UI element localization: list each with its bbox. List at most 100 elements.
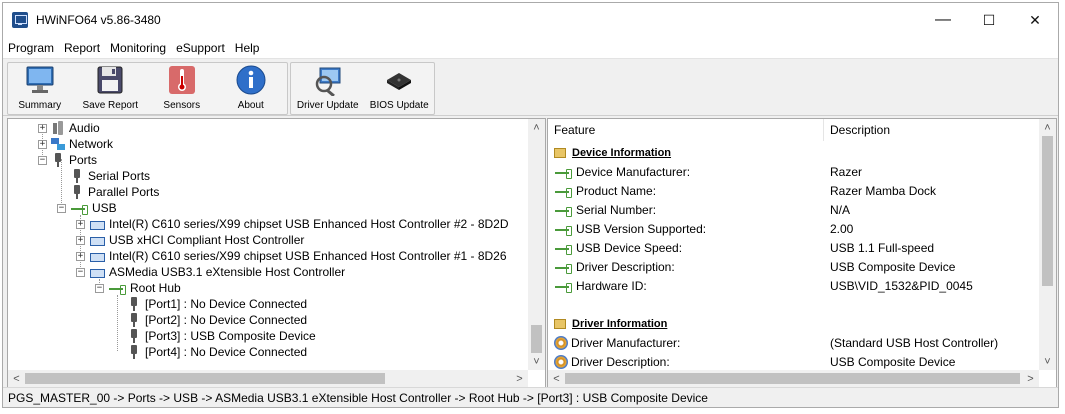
- menu-program[interactable]: Program: [3, 41, 59, 55]
- detail-row[interactable]: Hardware ID: USB\VID_1532&PID_0045: [548, 276, 973, 295]
- port-icon: [70, 185, 84, 199]
- detail-row[interactable]: Device Manufacturer: Razer: [548, 162, 862, 181]
- tree-vertical-scrollbar[interactable]: ˄ ˅: [528, 119, 545, 370]
- detail-row[interactable]: Serial Number: N/A: [548, 200, 850, 219]
- detail-row[interactable]: USB Version Supported: 2.00: [548, 219, 853, 238]
- expand-icon[interactable]: +: [76, 235, 85, 245]
- minimize-button[interactable]: —: [920, 3, 966, 37]
- bios-update-button[interactable]: BIOS Update: [364, 63, 434, 114]
- feature-value: Razer Mamba Dock: [830, 183, 937, 198]
- tree-item-root-hub[interactable]: − Root Hub: [95, 280, 181, 296]
- section-row: Device Information: [548, 143, 824, 162]
- scroll-up-arrow[interactable]: ˄: [1039, 119, 1056, 136]
- usb-icon: [554, 165, 572, 179]
- tree-item-port[interactable]: [Port1] : No Device Connected: [127, 296, 307, 312]
- tree-item-controller[interactable]: − ASMedia USB3.1 eXtensible Host Control…: [76, 264, 345, 280]
- summary-button[interactable]: Summary: [8, 63, 72, 114]
- usb-controller-icon: [89, 265, 105, 279]
- scroll-left-arrow[interactable]: <: [8, 370, 25, 387]
- about-button[interactable]: About: [215, 63, 287, 114]
- status-bar: PGS_MASTER_00 -> Ports -> USB -> ASMedia…: [3, 387, 1058, 407]
- tree-item-usb[interactable]: − USB: [57, 200, 117, 216]
- detail-row[interactable]: Product Name: Razer Mamba Dock: [548, 181, 936, 200]
- scroll-down-arrow[interactable]: ˅: [528, 353, 545, 370]
- sensors-button[interactable]: Sensors: [149, 63, 215, 114]
- sensors-label: Sensors: [163, 100, 201, 111]
- menu-bar: Program Report Monitoring eSupport Help: [3, 37, 1058, 59]
- expand-icon[interactable]: +: [76, 251, 85, 261]
- scroll-left-arrow[interactable]: <: [548, 370, 565, 387]
- collapse-icon[interactable]: −: [38, 155, 47, 165]
- feature-value: 2.00: [830, 221, 854, 236]
- toolbar-group-update: Driver Update BIOS Update: [290, 62, 435, 115]
- feature-label: Driver Description:: [571, 354, 670, 369]
- tree-horizontal-scrollbar[interactable]: < >: [8, 370, 528, 387]
- close-button[interactable]: ✕: [1012, 3, 1058, 37]
- menu-report[interactable]: Report: [59, 41, 105, 55]
- tree-item-serial-ports[interactable]: Serial Ports: [70, 168, 150, 184]
- detail-row[interactable]: Driver Description: USB Composite Device: [548, 257, 955, 276]
- collapse-icon[interactable]: −: [76, 267, 85, 277]
- details-horizontal-scrollbar[interactable]: < >: [548, 370, 1039, 387]
- feature-label: Device Manufacturer:: [576, 164, 691, 179]
- column-header-feature[interactable]: Feature: [548, 119, 824, 141]
- menu-monitoring[interactable]: Monitoring: [105, 41, 171, 55]
- maximize-button[interactable]: ☐: [966, 3, 1012, 37]
- tree-item-network[interactable]: + Network: [38, 136, 113, 152]
- port-icon: [127, 345, 141, 359]
- feature-value: USB\VID_1532&PID_0045: [830, 278, 973, 293]
- tree-item-port[interactable]: [Port2] : No Device Connected: [127, 312, 307, 328]
- scroll-thumb[interactable]: [565, 373, 1020, 384]
- tree-label: ASMedia USB3.1 eXtensible Host Controlle…: [109, 265, 346, 279]
- scroll-down-arrow[interactable]: ˅: [1039, 353, 1056, 370]
- scroll-up-arrow[interactable]: ˄: [528, 119, 545, 136]
- feature-label: USB Version Supported:: [576, 221, 707, 236]
- hwinfo-window: HWiNFO64 v5.86-3480 — ☐ ✕ Program Report…: [2, 2, 1059, 408]
- monitor-icon: [24, 64, 56, 96]
- feature-label: USB Device Speed:: [576, 240, 683, 255]
- driver-update-icon: [312, 64, 344, 98]
- save-report-button[interactable]: Save Report: [72, 63, 149, 114]
- detail-row[interactable]: USB Device Speed: USB 1.1 Full-speed: [548, 238, 934, 257]
- usb-icon: [554, 241, 572, 255]
- expand-icon[interactable]: +: [38, 139, 47, 149]
- scroll-thumb[interactable]: [531, 325, 542, 353]
- menu-help[interactable]: Help: [230, 41, 265, 55]
- title-bar[interactable]: HWiNFO64 v5.86-3480 — ☐ ✕: [3, 3, 1058, 37]
- expand-icon[interactable]: +: [38, 123, 47, 133]
- usb-icon: [554, 279, 572, 293]
- device-tree-pane[interactable]: + Audio + Network − Ports Serial Ports P…: [7, 118, 546, 388]
- column-header-description[interactable]: Description: [824, 119, 1040, 141]
- usb-icon: [554, 203, 572, 217]
- scroll-thumb[interactable]: [25, 373, 385, 384]
- scroll-right-arrow[interactable]: >: [511, 370, 528, 387]
- tree-item-controller[interactable]: + USB xHCI Compliant Host Controller: [76, 232, 304, 248]
- feature-label: Hardware ID:: [576, 278, 647, 293]
- menu-esupport[interactable]: eSupport: [171, 41, 230, 55]
- thermometer-icon: [166, 64, 198, 96]
- app-icon: [12, 12, 28, 28]
- network-icon: [51, 137, 65, 151]
- scroll-right-arrow[interactable]: >: [1022, 370, 1039, 387]
- detail-row[interactable]: Driver Description: USB Composite Device: [548, 352, 955, 371]
- driver-update-button[interactable]: Driver Update: [291, 63, 364, 114]
- detail-row[interactable]: Driver Manufacturer: (Standard USB Host …: [548, 333, 998, 352]
- usb-icon: [108, 281, 126, 295]
- usb-icon: [70, 201, 88, 215]
- tree-label: Parallel Ports: [88, 185, 160, 199]
- details-pane[interactable]: Feature Description Device Information D…: [547, 118, 1057, 388]
- collapse-icon[interactable]: −: [57, 203, 66, 213]
- tree-item-ports[interactable]: − Ports: [38, 152, 97, 168]
- tree-item-audio[interactable]: + Audio: [38, 120, 100, 136]
- tree-item-controller[interactable]: + Intel(R) C610 series/X99 chipset USB E…: [76, 216, 509, 232]
- feature-value: (Standard USB Host Controller): [830, 335, 999, 350]
- tree-label: [Port3] : USB Composite Device: [145, 329, 316, 343]
- expand-icon[interactable]: +: [76, 219, 85, 229]
- collapse-icon[interactable]: −: [95, 283, 104, 293]
- details-vertical-scrollbar[interactable]: ˄ ˅: [1039, 119, 1056, 370]
- tree-item-controller[interactable]: + Intel(R) C610 series/X99 chipset USB E…: [76, 248, 507, 264]
- tree-item-parallel-ports[interactable]: Parallel Ports: [70, 184, 159, 200]
- scroll-thumb[interactable]: [1042, 136, 1053, 286]
- tree-item-port[interactable]: [Port4] : No Device Connected: [127, 344, 307, 360]
- tree-item-port-selected[interactable]: [Port3] : USB Composite Device: [127, 328, 316, 344]
